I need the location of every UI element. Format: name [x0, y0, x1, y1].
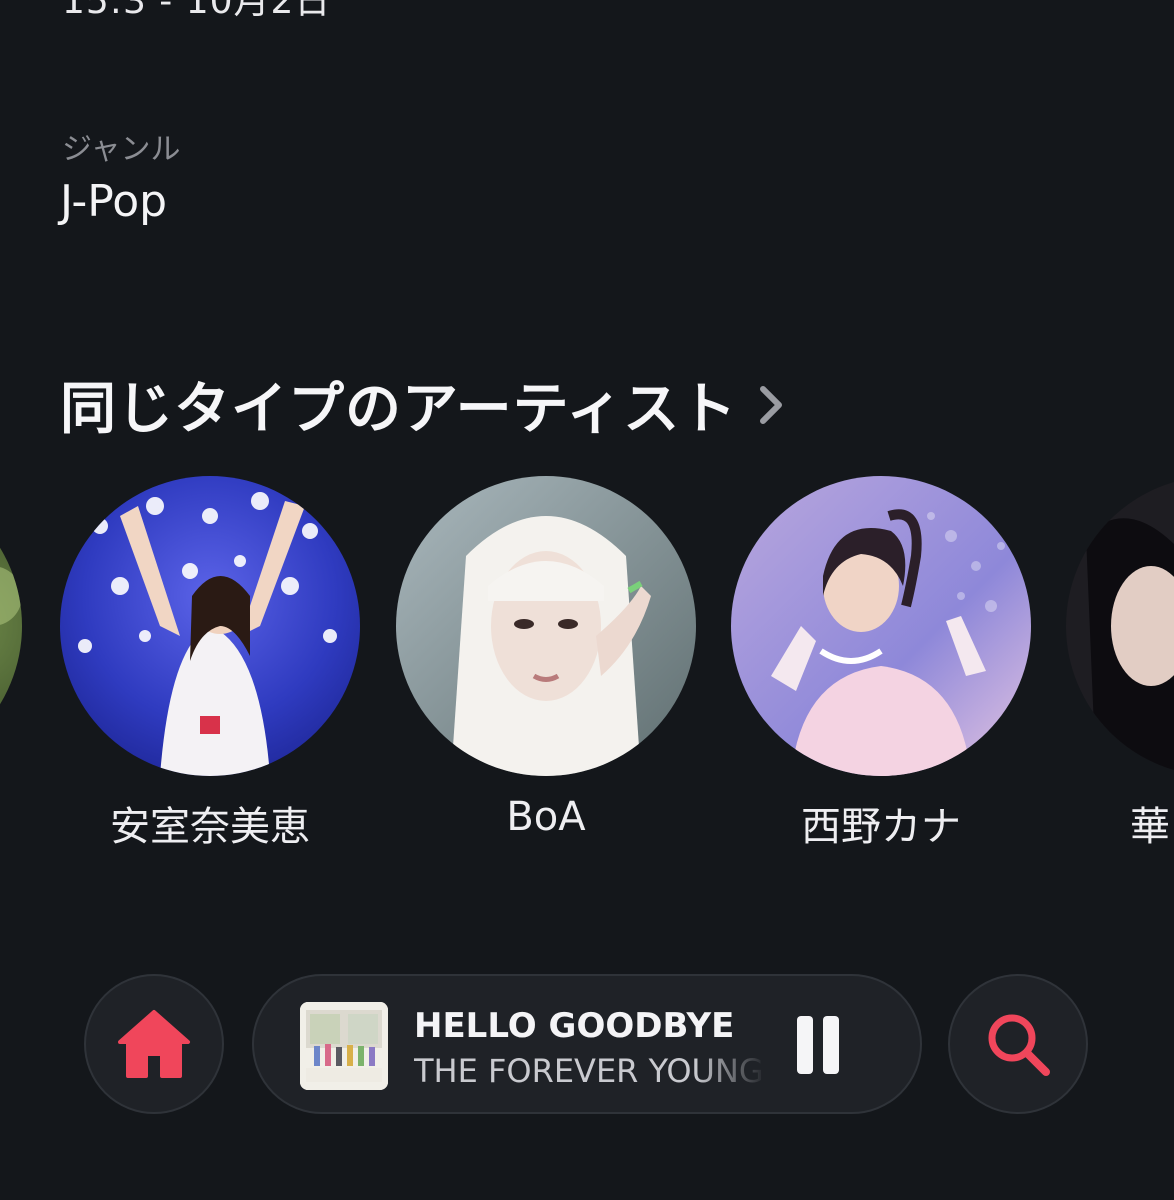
track-title: HELLO GOODBYE [414, 1006, 735, 1046]
mini-player[interactable]: HELLO GOODBYE THE FOREVER YOUNG [252, 974, 922, 1114]
pause-icon-bar [823, 1016, 839, 1074]
artist-name: BoA [506, 794, 586, 840]
artist-avatar[interactable] [396, 476, 696, 776]
genre-value: J-Pop [60, 176, 168, 227]
similar-artists-title: 同じタイプのアーティスト [60, 377, 738, 442]
artist-avatar-partial-left[interactable] [0, 476, 22, 776]
search-icon [988, 1014, 1050, 1076]
artist-avatar[interactable] [731, 476, 1031, 776]
similar-artists-list: 安室奈美恵 BoA 西野カナ 華 [0, 476, 1174, 856]
artist-page: 15:3 - 10月2日 ジャンル J-Pop 同じタイプのアーティスト 安室奈… [0, 0, 1174, 1200]
artist-card[interactable]: BoA [396, 476, 696, 840]
artist-name: 西野カナ [801, 804, 961, 850]
artist-card[interactable]: 西野カナ [731, 476, 1031, 852]
artist-name: 安室奈美恵 [110, 804, 310, 850]
genre-label: ジャンル [62, 132, 181, 167]
home-icon [118, 1010, 190, 1078]
artist-avatar[interactable] [1066, 476, 1174, 776]
pause-button[interactable] [790, 1016, 846, 1076]
search-button[interactable] [948, 974, 1088, 1114]
album-art [300, 1002, 388, 1090]
artist-card[interactable]: 華 [1066, 476, 1174, 852]
similar-artists-header[interactable]: 同じタイプのアーティスト [60, 364, 791, 445]
track-artist: THE FOREVER YOUNG [414, 1052, 764, 1090]
artist-name: 華 [1130, 804, 1170, 850]
artist-card[interactable]: 安室奈美恵 [60, 476, 360, 852]
bottom-bar: HELLO GOODBYE THE FOREVER YOUNG [0, 970, 1174, 1120]
home-button[interactable] [84, 974, 224, 1114]
artist-avatar[interactable] [60, 476, 360, 776]
pause-icon-bar [797, 1016, 813, 1074]
cut-off-date-text: 15:3 - 10月2日 [62, 0, 332, 22]
chevron-right-icon [760, 385, 783, 424]
